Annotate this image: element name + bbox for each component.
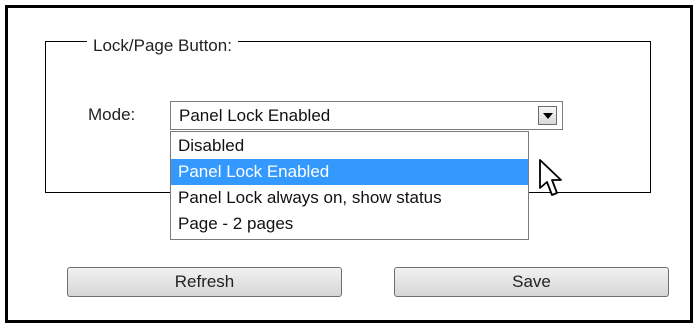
option-disabled[interactable]: Disabled xyxy=(171,133,528,159)
option-panel-lock-enabled[interactable]: Panel Lock Enabled xyxy=(171,159,528,185)
group-legend: Lock/Page Button: xyxy=(87,36,238,56)
chevron-down-icon[interactable] xyxy=(538,106,557,125)
save-button[interactable]: Save xyxy=(394,267,669,297)
mouse-pointer-icon xyxy=(539,159,562,196)
mode-select[interactable]: Panel Lock Enabled xyxy=(170,101,563,130)
mode-dropdown-list: Disabled Panel Lock Enabled Panel Lock a… xyxy=(170,131,529,240)
mode-select-value: Panel Lock Enabled xyxy=(179,106,331,125)
mode-label: Mode: xyxy=(88,105,136,124)
option-page-2-pages[interactable]: Page - 2 pages xyxy=(171,211,528,237)
option-panel-lock-always-on[interactable]: Panel Lock always on, show status xyxy=(171,185,528,211)
refresh-button[interactable]: Refresh xyxy=(67,267,342,297)
